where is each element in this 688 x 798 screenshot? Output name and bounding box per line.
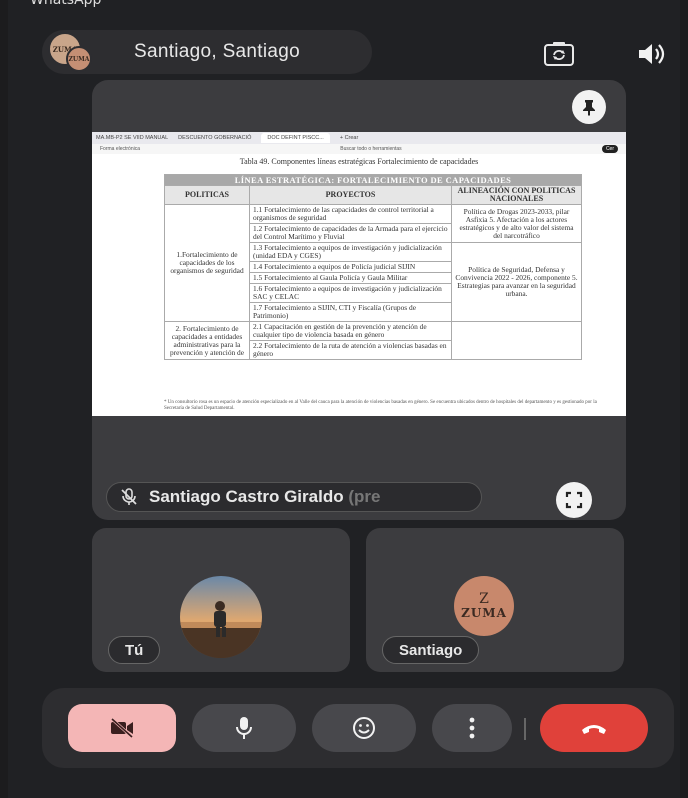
project-cell: 1.7 Fortalecimiento a SIJIN, CTI y Fisca…: [249, 302, 452, 322]
presenter-name: Santiago Castro Giraldo: [149, 487, 344, 506]
project-cell: 1.4 Fortalecimiento a equipos de Policía…: [249, 261, 452, 273]
emoji-icon: [353, 717, 375, 739]
project-cell: 1.1 Fortalecimiento de las capacidades d…: [249, 204, 452, 224]
alignment-cell: Política de Seguridad, Defensa y Convive…: [451, 242, 582, 322]
presenter-name-chip: Santiago Castro Giraldo (pre: [106, 482, 482, 512]
video-toggle-button[interactable]: [68, 704, 176, 752]
more-options-button[interactable]: [432, 704, 512, 752]
project-cell: 1.3 Fortalecimiento a equipos de investi…: [249, 242, 452, 262]
emoji-button[interactable]: [312, 704, 416, 752]
avatar: Z ZUMA: [454, 576, 514, 636]
call-controls: [42, 688, 674, 768]
group-avatar: ZUMA ZUMA: [44, 30, 94, 74]
project-cell: 2.2 Fortalecimiento de la ruta de atenci…: [249, 340, 452, 360]
participant-tile-self[interactable]: Tú: [92, 528, 350, 672]
table-header: POLITICAS: [164, 185, 250, 205]
end-call-button[interactable]: [540, 704, 648, 752]
table-caption: Tabla 49. Componentes líneas estratégica…: [239, 157, 479, 166]
speaker-icon[interactable]: [636, 40, 666, 68]
presenter-tile[interactable]: MA.MB-P2 SE VIID MANUAL DESCUENTO GOBERN…: [92, 80, 626, 520]
table-footnote: * Un consultorio rosa es un espacio de a…: [164, 400, 597, 411]
policy-cell: 2. Fortalecimiento de capacidades a enti…: [164, 321, 250, 360]
alignment-cell: [451, 321, 582, 360]
presenter-name-suffix: (pre: [344, 487, 381, 507]
mic-button[interactable]: [192, 704, 296, 752]
camera-switch-icon[interactable]: [542, 40, 576, 68]
fullscreen-icon[interactable]: [556, 482, 592, 518]
status-bar-app: WhatsApp: [30, 0, 102, 8]
toolbar-left: Forma electrónica: [100, 146, 141, 152]
avatar-text: ZUMA: [461, 606, 507, 620]
toolbar-cta: Cer: [601, 145, 618, 153]
end-call-icon: [582, 725, 606, 734]
project-cell: 1.5 Fortalecimiento al Gaula Policía y G…: [249, 272, 452, 284]
alignment-cell: Política de Drogas 2023-2033, pilar Asfi…: [451, 204, 582, 243]
avatar: [180, 576, 262, 658]
browser-toolbar: Forma electrónica Buscar todo o herramie…: [92, 144, 626, 154]
table-banner: LÍNEA ESTRATÉGICA: FORTALECIMIENTO DE CA…: [164, 174, 582, 186]
shared-screen: MA.MB-P2 SE VIID MANUAL DESCUENTO GOBERN…: [92, 132, 626, 416]
browser-tab: + Crear: [339, 135, 359, 141]
more-vert-icon: [469, 717, 475, 739]
avatar-text: ZUMA: [68, 55, 90, 63]
call-screen: WhatsApp ZUMA ZUMA Santiago, Santiago MA…: [8, 0, 680, 798]
browser-tabs: MA.MB-P2 SE VIID MANUAL DESCUENTO GOBERN…: [92, 132, 626, 144]
pin-icon[interactable]: [572, 90, 606, 124]
project-cell: 2.1 Capacitación en gestión de la preven…: [249, 321, 452, 341]
project-cell: 1.2 Fortalecimiento de capacidades de la…: [249, 223, 452, 243]
table-header: ALINEACIÓN CON POLITICAS NACIONALES: [451, 185, 582, 205]
table-header: PROYECTOS: [249, 185, 452, 205]
project-cell: 1.6 Fortalecimiento a equipos de investi…: [249, 283, 452, 303]
avatar-logo-mark: Z: [479, 591, 489, 607]
browser-tab: MA.MB-P2 SE VIID MANUAL: [96, 135, 169, 141]
avatar: ZUMA: [66, 46, 92, 72]
policy-cell: 1.Fortalecimiento de capacidades de los …: [164, 204, 250, 322]
strategy-table: LÍNEA ESTRATÉGICA: FORTALECIMIENTO DE CA…: [164, 174, 582, 360]
call-header[interactable]: ZUMA ZUMA Santiago, Santiago: [42, 30, 372, 74]
video-off-icon: [110, 717, 134, 739]
presenter-suffix-text: (pre: [348, 487, 381, 506]
browser-tab: DESCUENTO GOBERNACIÓ: [178, 135, 252, 141]
toolbar-search: Buscar todo o herramientas: [340, 146, 402, 152]
browser-tab: DOC DEFINT PISCC...: [261, 133, 330, 143]
mic-off-icon: [115, 485, 143, 509]
call-title: Santiago, Santiago: [134, 41, 300, 62]
participant-tile-santiago[interactable]: Z ZUMA Santiago: [366, 528, 624, 672]
controls-divider: [524, 718, 526, 740]
mic-icon: [236, 717, 252, 739]
participant-label: Tú: [108, 636, 161, 664]
participant-label: Santiago: [382, 636, 480, 664]
